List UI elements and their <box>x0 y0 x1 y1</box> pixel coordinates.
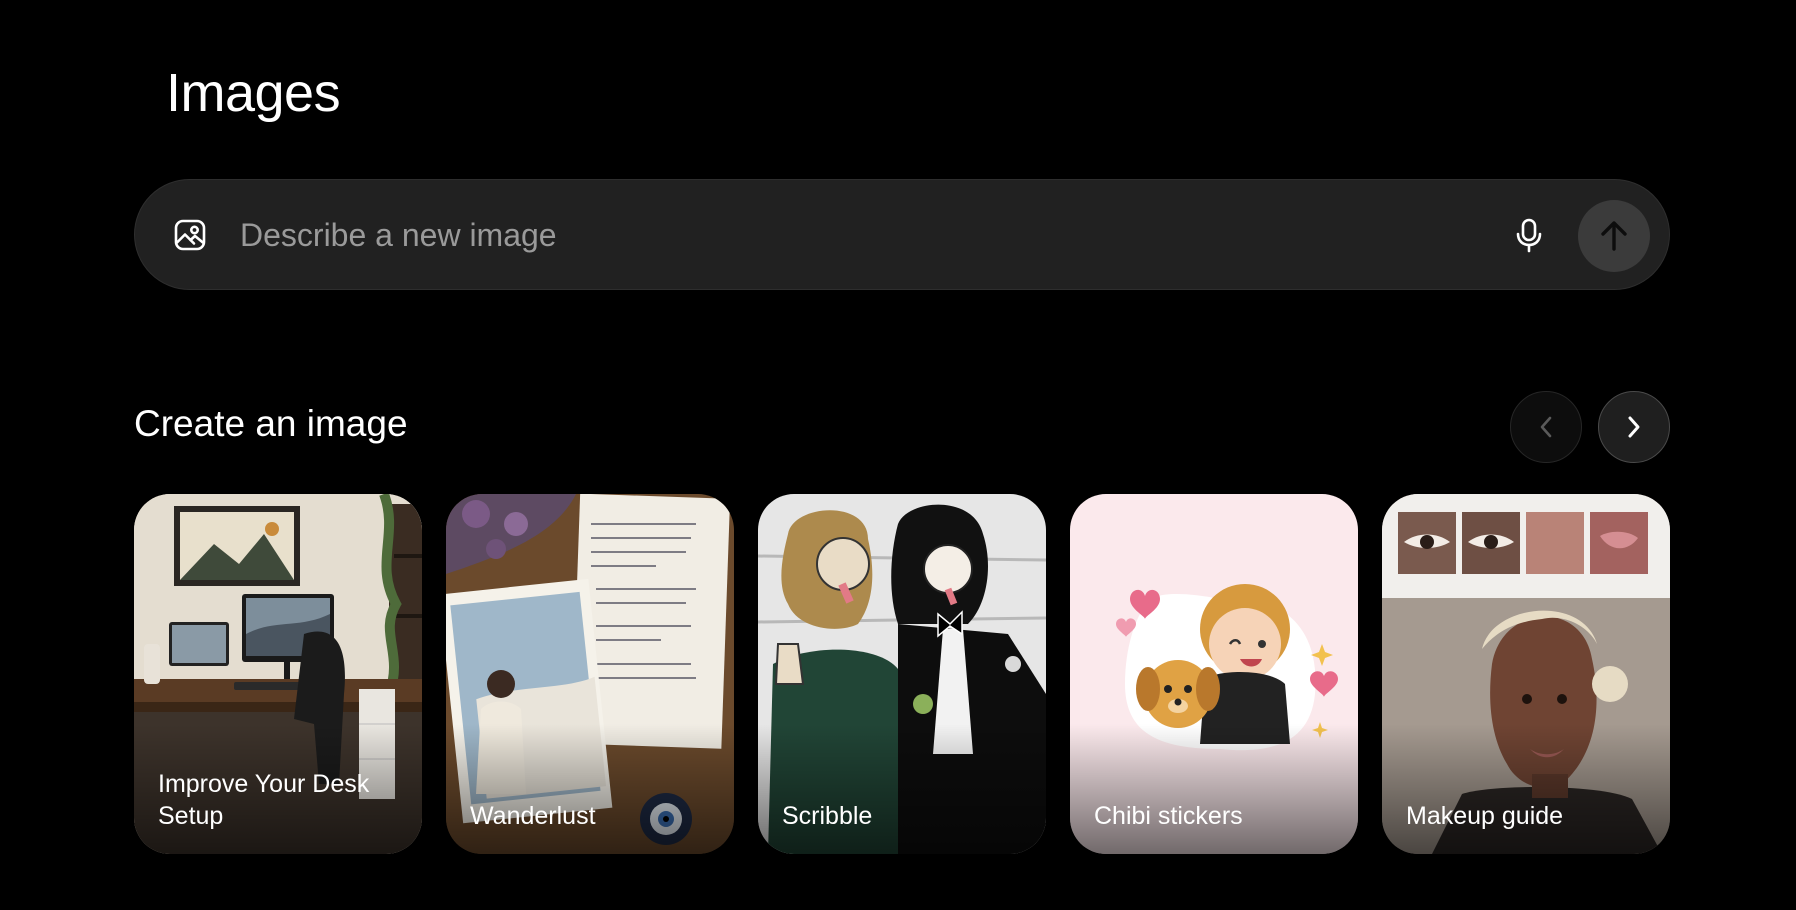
send-button[interactable] <box>1578 200 1650 272</box>
image-icon[interactable] <box>173 218 207 252</box>
card-improve-desk-setup[interactable]: Improve Your Desk Setup <box>134 494 422 854</box>
card-chibi-stickers[interactable]: Chibi stickers <box>1070 494 1358 854</box>
card-label: Scribble <box>782 802 873 830</box>
card-makeup-guide[interactable]: Makeup guide <box>1382 494 1670 854</box>
image-suggestion-carousel: Improve Your Desk Setup Wanderlust Scrib… <box>134 494 1670 854</box>
image-prompt-bar <box>134 179 1670 290</box>
card-label: Wanderlust <box>470 802 596 830</box>
microphone-icon <box>1505 218 1553 262</box>
card-label: Makeup guide <box>1406 802 1564 830</box>
chevron-right-icon <box>1599 416 1669 465</box>
section-title: Create an image <box>134 403 408 444</box>
card-label: Improve Your Desk Setup <box>158 770 370 830</box>
arrow-up-icon <box>1578 221 1650 275</box>
microphone-button[interactable] <box>1505 211 1553 259</box>
page-title: Images <box>166 63 341 123</box>
card-wanderlust[interactable]: Wanderlust <box>446 494 734 854</box>
image-prompt-input[interactable] <box>240 210 1470 260</box>
carousel-prev-button[interactable] <box>1510 391 1582 463</box>
card-scribble[interactable]: Scribble <box>758 494 1046 854</box>
carousel-next-button[interactable] <box>1598 391 1670 463</box>
chevron-left-icon <box>1511 416 1581 465</box>
card-label: Chibi stickers <box>1094 802 1243 830</box>
